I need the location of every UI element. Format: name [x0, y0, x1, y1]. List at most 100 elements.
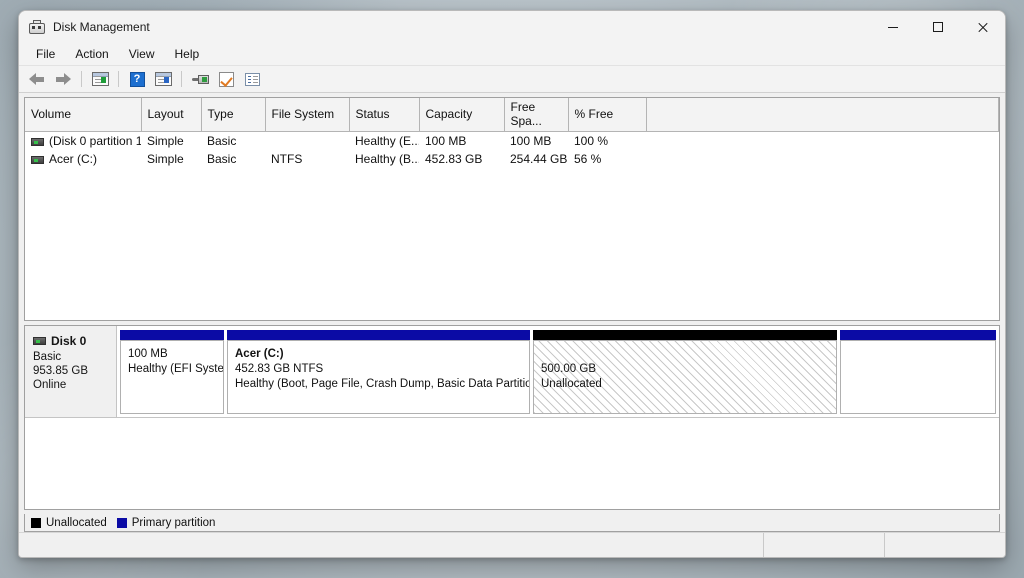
show-hide-action-pane-button[interactable]	[151, 68, 175, 90]
menu-file[interactable]: File	[27, 44, 64, 64]
cell-free-space: 254.44 GB	[510, 152, 568, 166]
cell-status: Healthy (B...	[355, 152, 419, 166]
menu-help[interactable]: Help	[166, 44, 209, 64]
close-icon	[977, 22, 988, 33]
column-header-capacity[interactable]: Capacity	[419, 98, 505, 132]
partition-efi-body: 100 MB Healthy (EFI System	[120, 340, 224, 414]
partition-unallocated-status: Unallocated	[541, 378, 602, 390]
column-header-type[interactable]: Type	[201, 98, 266, 132]
console-tree-icon	[91, 72, 109, 86]
cell-file-system	[265, 132, 349, 151]
cell-file-system: NTFS	[271, 152, 303, 166]
window-title: Disk Management	[53, 20, 150, 34]
show-hide-console-tree-button[interactable]	[88, 68, 112, 90]
forward-button[interactable]	[51, 68, 75, 90]
legend-unallocated-label: Unallocated	[46, 516, 107, 529]
maximize-button[interactable]	[915, 11, 960, 43]
partition-unallocated-size: 500.00 GB	[541, 363, 596, 375]
desktop-background: Disk Management File Action View Help ? …	[0, 0, 1024, 578]
cell-capacity: 452.83 GB	[425, 152, 483, 166]
status-bar-pane-2	[763, 533, 884, 557]
column-header-free-space[interactable]: Free Spa...	[504, 98, 569, 132]
volume-list-panel[interactable]: Volume Layout Type File System Status Ca…	[24, 97, 1000, 321]
volume-icon	[31, 137, 44, 146]
minimize-button[interactable]	[870, 11, 915, 43]
minimize-icon	[887, 26, 898, 28]
help-button[interactable]: ?	[125, 68, 149, 90]
status-bar-pane-3	[884, 533, 1005, 557]
column-header-status[interactable]: Status	[349, 98, 420, 132]
partition-acer-c-status: Healthy (Boot, Page File, Crash Dump, Ba…	[235, 378, 530, 390]
titlebar-left-group: Disk Management	[19, 20, 150, 34]
column-header-percent-free[interactable]: % Free	[568, 98, 647, 132]
partition-efi-status: Healthy (EFI System	[128, 363, 224, 375]
legend-unallocated-swatch	[31, 517, 41, 528]
back-button[interactable]	[25, 68, 49, 90]
toolbar: ?	[19, 66, 1005, 93]
disk-name: Disk 0	[51, 334, 87, 348]
disk-icon	[33, 337, 46, 345]
volume-table: Volume Layout Type File System Status Ca…	[25, 98, 999, 168]
column-header-volume[interactable]: Volume	[25, 98, 142, 132]
toolbar-separator-2	[118, 71, 119, 87]
toolbar-separator-3	[181, 71, 182, 87]
disk-state: Online	[33, 379, 67, 391]
disk-size: 953.85 GB	[33, 365, 88, 377]
table-row[interactable]: (Disk 0 partition 1) Simple Basic Health…	[25, 132, 999, 151]
column-header-file-system[interactable]: File System	[265, 98, 350, 132]
checkmark-document-icon	[218, 71, 234, 87]
partition-unallocated-colorbar	[533, 330, 837, 340]
toolbar-separator-1	[81, 71, 82, 87]
cell-type: Basic	[207, 152, 237, 166]
partition-acer-c-body: Acer (C:) 452.83 GB NTFS Healthy (Boot, …	[227, 340, 530, 414]
partition-acer-c-title: Acer (C:)	[235, 348, 284, 360]
disk-graphical-view-panel[interactable]: Disk 0 Basic 953.85 GB Online 100 MB Hea…	[24, 325, 1000, 510]
disk-management-window: Disk Management File Action View Help ? …	[18, 10, 1006, 558]
cell-volume: (Disk 0 partition 1)	[25, 132, 141, 151]
cell-percent-free: 56 %	[574, 152, 602, 166]
arrow-right-icon	[55, 72, 71, 86]
partition-acer-c[interactable]: Acer (C:) 452.83 GB NTFS Healthy (Boot, …	[227, 330, 530, 414]
close-button[interactable]	[960, 11, 1005, 43]
partition-unallocated[interactable]: 500.00 GB Unallocated	[533, 330, 837, 414]
cell-volume-label: (Disk 0 partition 1)	[49, 134, 141, 148]
column-header-spacer[interactable]	[646, 98, 999, 132]
cell-percent-free: 100 %	[574, 134, 609, 148]
cell-volume: Acer (C:)	[25, 150, 141, 168]
table-row[interactable]: Acer (C:) Simple Basic NTFS Healthy (B..…	[25, 150, 999, 168]
column-header-layout[interactable]: Layout	[141, 98, 202, 132]
partition-recovery-colorbar	[840, 330, 996, 340]
cell-capacity: 100 MB	[425, 134, 467, 148]
legend-bar: Unallocated Primary partition	[24, 514, 1000, 532]
disk-name-row: Disk 0	[33, 334, 110, 348]
details-button[interactable]	[240, 68, 264, 90]
disk-type: Basic	[33, 351, 62, 363]
partition-efi[interactable]: 100 MB Healthy (EFI System	[120, 330, 224, 414]
maximize-icon	[932, 22, 943, 32]
cell-type: Basic	[207, 134, 237, 148]
cell-layout: Simple	[147, 134, 184, 148]
help-question-icon: ?	[129, 71, 145, 87]
cell-volume-label: Acer (C:)	[49, 152, 97, 166]
rescan-disks-button[interactable]	[188, 68, 212, 90]
volume-icon	[31, 155, 44, 164]
window-titlebar: Disk Management	[19, 11, 1005, 43]
partition-recovery[interactable]	[840, 330, 996, 414]
menu-action[interactable]: Action	[66, 44, 117, 64]
legend-unallocated: Unallocated	[31, 517, 107, 529]
status-bar	[19, 532, 1005, 557]
window-controls	[870, 11, 1005, 43]
menu-view[interactable]: View	[120, 44, 164, 64]
action-pane-icon	[154, 72, 172, 86]
cell-layout: Simple	[147, 152, 184, 166]
cell-free-space: 100 MB	[510, 134, 552, 148]
properties-button[interactable]	[214, 68, 238, 90]
menu-bar: File Action View Help	[19, 43, 1005, 66]
cell-spacer	[646, 132, 999, 151]
disk-info-box[interactable]: Disk 0 Basic 953.85 GB Online	[25, 326, 117, 418]
cell-status: Healthy (E...	[355, 134, 419, 148]
legend-primary-partition-label: Primary partition	[131, 516, 216, 529]
disk-row-disk0: Disk 0 Basic 953.85 GB Online 100 MB Hea…	[25, 326, 999, 418]
disk-drive-icon	[191, 74, 209, 85]
volume-table-header-row: Volume Layout Type File System Status Ca…	[25, 98, 999, 132]
